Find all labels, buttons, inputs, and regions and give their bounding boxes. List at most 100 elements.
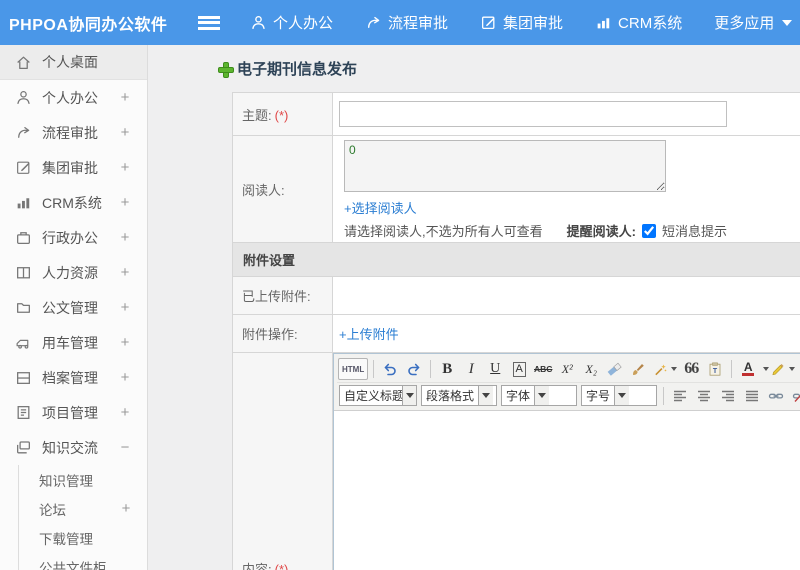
justify-button[interactable] <box>741 385 763 407</box>
expand-icon[interactable]: + <box>117 194 133 211</box>
top-header: PHPOA协同办公软件 个人办公 流程审批 集团审批 CRM系统 更多应用 <box>0 0 800 45</box>
eraser-button[interactable] <box>604 358 626 380</box>
subscript-button[interactable]: X₂ <box>580 358 602 380</box>
sidebar-item-personal-desktop[interactable]: 个人桌面 <box>0 45 147 80</box>
caret-down-icon <box>782 19 793 26</box>
expand-icon[interactable]: + <box>117 369 133 386</box>
readers-note: 请选择阅读人,不选为所有人可查看 提醒阅读人: 短消息提示 <box>344 221 800 240</box>
sms-remind-label: 短消息提示 <box>661 224 727 239</box>
paragraph-format-select[interactable]: 段落格式 <box>421 385 497 406</box>
sidebar-item-group-approval[interactable]: 集团审批 + <box>0 150 147 185</box>
align-center-button[interactable] <box>693 385 715 407</box>
expand-icon[interactable]: + <box>117 404 133 421</box>
nav-crm-tab[interactable]: CRM系统 <box>595 12 682 33</box>
expand-icon[interactable]: + <box>117 264 133 281</box>
readers-textarea[interactable]: 0 <box>344 140 666 192</box>
sidebar-item-archive-mgmt[interactable]: 档案管理 + <box>0 360 147 395</box>
sidebar-item-admin-office[interactable]: 行政办公 + <box>0 220 147 255</box>
format-brush-button[interactable] <box>628 358 650 380</box>
expand-icon[interactable]: + <box>117 124 133 141</box>
sidebar-item-project-mgmt[interactable]: 项目管理 + <box>0 395 147 430</box>
strikethrough-button[interactable]: ABC <box>532 358 554 380</box>
char-border-button[interactable]: A <box>508 358 530 380</box>
sidebar-subitem-public-cabinet[interactable]: 公共文件柜 <box>19 552 147 570</box>
undo-button[interactable] <box>379 358 401 380</box>
plus-icon <box>218 61 234 78</box>
sidebar-item-personal-office[interactable]: 个人办公 + <box>0 80 147 115</box>
nav-group-approval-tab[interactable]: 集团审批 <box>480 12 563 33</box>
highlight-color-button[interactable] <box>770 358 796 380</box>
blockquote-button[interactable]: 66 <box>680 358 702 380</box>
content-row: 内容: (*) HTML B I U A ABC X² X₂ 66 T A 自定… <box>232 352 800 570</box>
sidebar-item-knowledge-exchange[interactable]: 知识交流 − <box>0 430 147 465</box>
caret-down-icon[interactable] <box>763 367 770 371</box>
redo-button[interactable] <box>403 358 425 380</box>
bar-chart-icon <box>15 194 32 211</box>
font-family-select[interactable]: 字体 <box>501 385 577 406</box>
align-right-button[interactable] <box>717 385 739 407</box>
font-color-button[interactable]: A <box>737 358 759 380</box>
caret-down-icon <box>478 386 494 405</box>
superscript-button[interactable]: X² <box>556 358 578 380</box>
sms-remind-checkbox[interactable] <box>641 223 656 238</box>
sidebar-subitem-download-mgmt[interactable]: 下载管理 <box>19 523 147 552</box>
nav-more-apps-tab[interactable]: 更多应用 <box>714 12 793 33</box>
top-nav: 个人办公 流程审批 集团审批 CRM系统 更多应用 <box>250 12 793 33</box>
sidebar-item-label: 人力资源 <box>42 264 98 281</box>
bold-button[interactable]: B <box>436 358 458 380</box>
italic-button[interactable]: I <box>460 358 482 380</box>
nav-personal-office-tab[interactable]: 个人办公 <box>250 12 333 33</box>
app-logo[interactable]: PHPOA协同办公软件 <box>0 11 198 35</box>
font-size-select[interactable]: 字号 <box>581 385 657 406</box>
source-code-button[interactable]: HTML <box>338 358 369 380</box>
sidebar-item-workflow-approval[interactable]: 流程审批 + <box>0 115 147 150</box>
justify-icon <box>746 390 758 401</box>
nav-label: 更多应用 <box>714 15 775 32</box>
caret-down-icon <box>534 386 550 405</box>
expand-icon[interactable]: + <box>118 500 134 517</box>
magic-wand-button[interactable] <box>652 358 678 380</box>
sidebar-submenu-knowledge: 知识管理 论坛 + 下载管理 公共文件柜 <box>18 465 147 570</box>
editor-content-area[interactable] <box>334 411 800 570</box>
expand-icon[interactable]: + <box>117 89 133 106</box>
expand-icon[interactable]: + <box>117 229 133 246</box>
edit-square-icon <box>480 14 497 31</box>
collapse-icon[interactable]: − <box>117 439 133 456</box>
subject-label: 主题: <box>242 107 272 123</box>
attachment-section-title: 附件设置 <box>232 242 800 277</box>
stack-icon <box>15 439 32 456</box>
home-icon <box>15 54 32 71</box>
subject-input[interactable] <box>339 101 727 127</box>
svg-text:T: T <box>713 368 718 375</box>
sidebar-item-document-mgmt[interactable]: 公文管理 + <box>0 290 147 325</box>
upload-attachment-link[interactable]: +上传附件 <box>339 327 399 342</box>
clipboard-icon <box>15 404 32 421</box>
sidebar-item-label: 集团审批 <box>42 159 98 176</box>
nav-workflow-approval-tab[interactable]: 流程审批 <box>365 12 448 33</box>
paste-plain-button[interactable]: T <box>704 358 726 380</box>
menu-toggle-icon[interactable] <box>198 15 220 30</box>
sidebar-item-hr[interactable]: 人力资源 + <box>0 255 147 290</box>
expand-icon[interactable]: + <box>117 334 133 351</box>
editor-toolbar: HTML B I U A ABC X² X₂ 66 T A 自定义标题 段落格式… <box>334 354 800 411</box>
flow-arrow-icon <box>15 124 32 141</box>
toolbar-separator <box>663 386 664 405</box>
sidebar-subitem-knowledge-mgmt[interactable]: 知识管理 <box>19 465 147 494</box>
custom-heading-select[interactable]: 自定义标题 <box>339 385 417 406</box>
toolbar-separator <box>731 360 733 378</box>
caret-down-icon <box>614 386 630 405</box>
sidebar-item-vehicle-mgmt[interactable]: 用车管理 + <box>0 325 147 360</box>
sidebar-subitem-forum[interactable]: 论坛 + <box>19 494 147 523</box>
attachment-action-row: 附件操作: +上传附件 <box>232 314 800 353</box>
insert-link-button[interactable] <box>765 385 787 407</box>
sidebar-item-crm[interactable]: CRM系统 + <box>0 185 147 220</box>
unlink-button[interactable] <box>789 385 800 407</box>
expand-icon[interactable]: + <box>117 299 133 316</box>
highlight-icon <box>772 363 784 375</box>
align-left-button[interactable] <box>669 385 691 407</box>
select-readers-link[interactable]: +选择阅读人 <box>344 198 800 217</box>
nav-label: 个人办公 <box>273 15 334 32</box>
expand-icon[interactable]: + <box>117 159 133 176</box>
underline-button[interactable]: U <box>484 358 506 380</box>
truck-icon <box>15 334 32 351</box>
